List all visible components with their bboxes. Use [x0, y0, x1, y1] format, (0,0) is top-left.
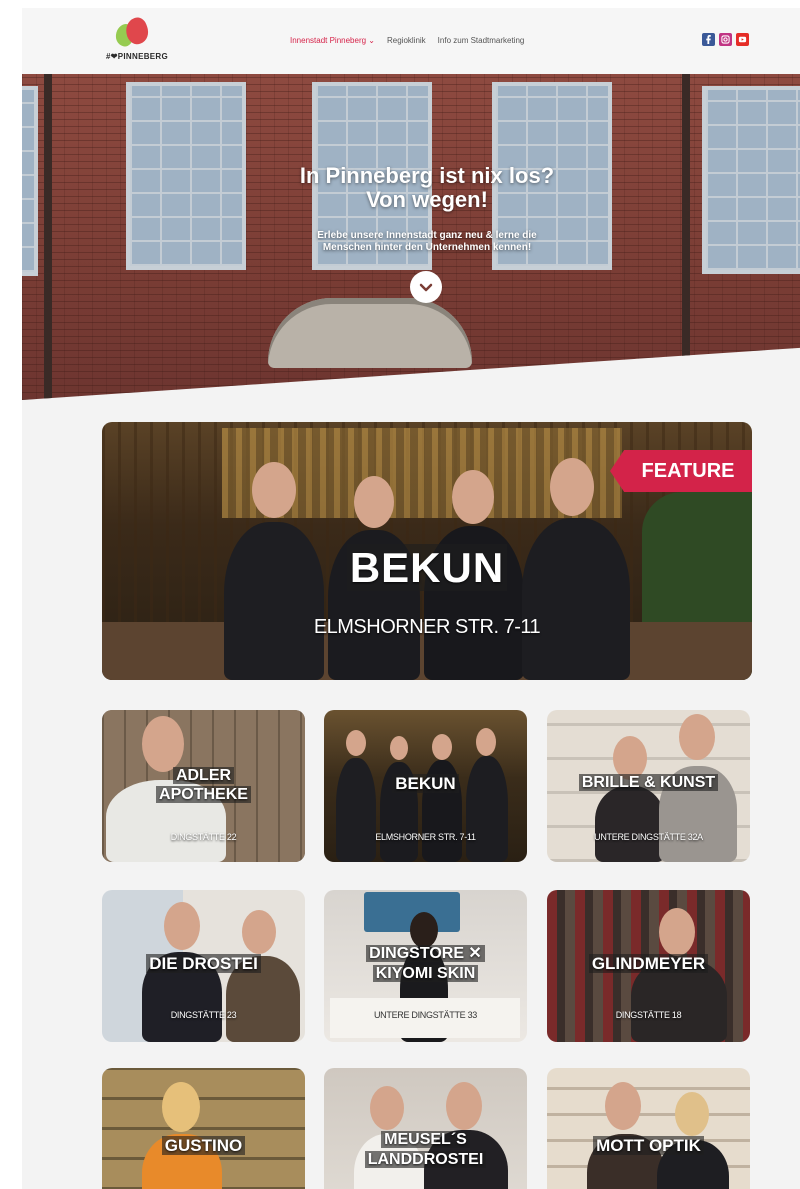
- hero-window: [22, 86, 38, 276]
- shop-name: MEUSEL´S LANDDROSTEI: [324, 1130, 527, 1170]
- feature-name: BEKUN: [102, 544, 752, 592]
- person-head: [354, 476, 394, 528]
- person-figure: [466, 756, 508, 862]
- site-logo[interactable]: #❤PINNEBERG: [106, 14, 176, 68]
- person-head: [370, 1086, 404, 1130]
- hero-pilaster: [682, 74, 690, 400]
- shop-card-gustino[interactable]: GUSTINO: [102, 1068, 305, 1189]
- shop-address: DINGSTÄTTE 22: [170, 832, 237, 842]
- hero-window: [702, 86, 800, 274]
- main-nav: Innenstadt Pinneberg ⌄ Regioklinik Info …: [290, 36, 524, 45]
- shop-name: BEKUN: [324, 774, 527, 794]
- nav-item-regioklinik[interactable]: Regioklinik: [387, 36, 426, 45]
- shop-name: DIE DROSTEI: [102, 954, 305, 974]
- person-head: [476, 728, 496, 756]
- facebook-icon[interactable]: [702, 33, 715, 46]
- shop-name: GLINDMEYER: [547, 954, 750, 974]
- person-figure: [595, 786, 665, 862]
- shop-address: UNTERE DINGSTÄTTE 32A: [594, 832, 703, 842]
- person-head: [432, 734, 452, 760]
- shop-card-brille-kunst[interactable]: BRILLE & KUNST UNTERE DINGSTÄTTE 32A: [547, 710, 750, 862]
- shop-name: ADLER APOTHEKE: [102, 766, 305, 804]
- hero-banner: In Pinneberg ist nix los? Von wegen! Erl…: [22, 74, 800, 400]
- person-head: [452, 470, 494, 524]
- person-head: [390, 736, 408, 760]
- youtube-icon[interactable]: [736, 33, 749, 46]
- person-head: [346, 730, 366, 756]
- logo-text: #❤PINNEBERG: [106, 52, 169, 61]
- person-head: [605, 1082, 641, 1130]
- person-head: [550, 458, 594, 516]
- shop-name: GUSTINO: [102, 1136, 305, 1156]
- chevron-down-icon[interactable]: [410, 271, 442, 303]
- instagram-icon[interactable]: [719, 33, 732, 46]
- hero-subtitle-line: Menschen hinter den Unternehmen kennen!: [322, 242, 532, 253]
- hero-pilaster: [44, 74, 52, 400]
- hero-subtitle-line: Erlebe unsere Innenstadt ganz neu & lern…: [317, 230, 537, 241]
- nav-item-innenstadt[interactable]: Innenstadt Pinneberg ⌄: [290, 36, 375, 45]
- social-links: [702, 33, 749, 46]
- person-head: [142, 716, 184, 772]
- person-head: [675, 1092, 709, 1136]
- shop-card-meusels-landdrostei[interactable]: MEUSEL´S LANDDROSTEI: [324, 1068, 527, 1189]
- shop-address: DINGSTÄTTE 23: [170, 1010, 237, 1020]
- person-head: [162, 1082, 200, 1132]
- shop-address: DINGSTÄTTE 18: [615, 1010, 682, 1020]
- nav-item-stadtmarketing[interactable]: Info zum Stadtmarketing: [438, 36, 525, 45]
- hero-title-line: Von wegen!: [366, 187, 488, 212]
- feature-card[interactable]: FEATURE BEKUN ELMSHORNER STR. 7-11: [102, 422, 752, 680]
- shop-card-adler-apotheke[interactable]: ADLER APOTHEKE DINGSTÄTTE 22: [102, 710, 305, 862]
- shop-card-die-drostei[interactable]: DIE DROSTEI DINGSTÄTTE 23: [102, 890, 305, 1042]
- person-head: [410, 912, 438, 948]
- feature-badge: FEATURE: [610, 450, 752, 492]
- page: #❤PINNEBERG Innenstadt Pinneberg ⌄ Regio…: [22, 8, 800, 1189]
- person-head: [446, 1082, 482, 1130]
- shop-name: MOTT OPTIK: [547, 1136, 750, 1156]
- person-head: [659, 908, 695, 956]
- shop-card-dingstore-kiyomi[interactable]: DINGSTORE ✕ KIYOMI SKIN UNTERE DINGSTÄTTE…: [324, 890, 527, 1042]
- feature-address: ELMSHORNER STR. 7-11: [313, 616, 541, 638]
- hero-subtitle: Erlebe unsere Innenstadt ganz neu & lern…: [252, 230, 602, 254]
- shop-address: UNTERE DINGSTÄTTE 33: [373, 1010, 477, 1020]
- hero-title: In Pinneberg ist nix los? Von wegen!: [222, 164, 632, 212]
- person-head: [242, 910, 276, 954]
- site-header: #❤PINNEBERG Innenstadt Pinneberg ⌄ Regio…: [22, 8, 800, 74]
- shop-address: ELMSHORNER STR. 7-11: [375, 832, 476, 842]
- shop-card-bekun[interactable]: BEKUN ELMSHORNER STR. 7-11: [324, 710, 527, 862]
- hero-ornament: [268, 298, 472, 368]
- shop-card-mott-optik[interactable]: MOTT OPTIK: [547, 1068, 750, 1189]
- person-head: [164, 902, 200, 950]
- shop-name: DINGSTORE ✕ KIYOMI SKIN: [324, 944, 527, 984]
- shop-name: BRILLE & KUNST: [547, 774, 750, 792]
- person-head: [679, 714, 715, 760]
- hero-title-line: In Pinneberg ist nix los?: [299, 163, 555, 188]
- person-figure: [522, 518, 630, 680]
- shop-card-glindmeyer[interactable]: GLINDMEYER DINGSTÄTTE 18: [547, 890, 750, 1042]
- person-head: [252, 462, 296, 518]
